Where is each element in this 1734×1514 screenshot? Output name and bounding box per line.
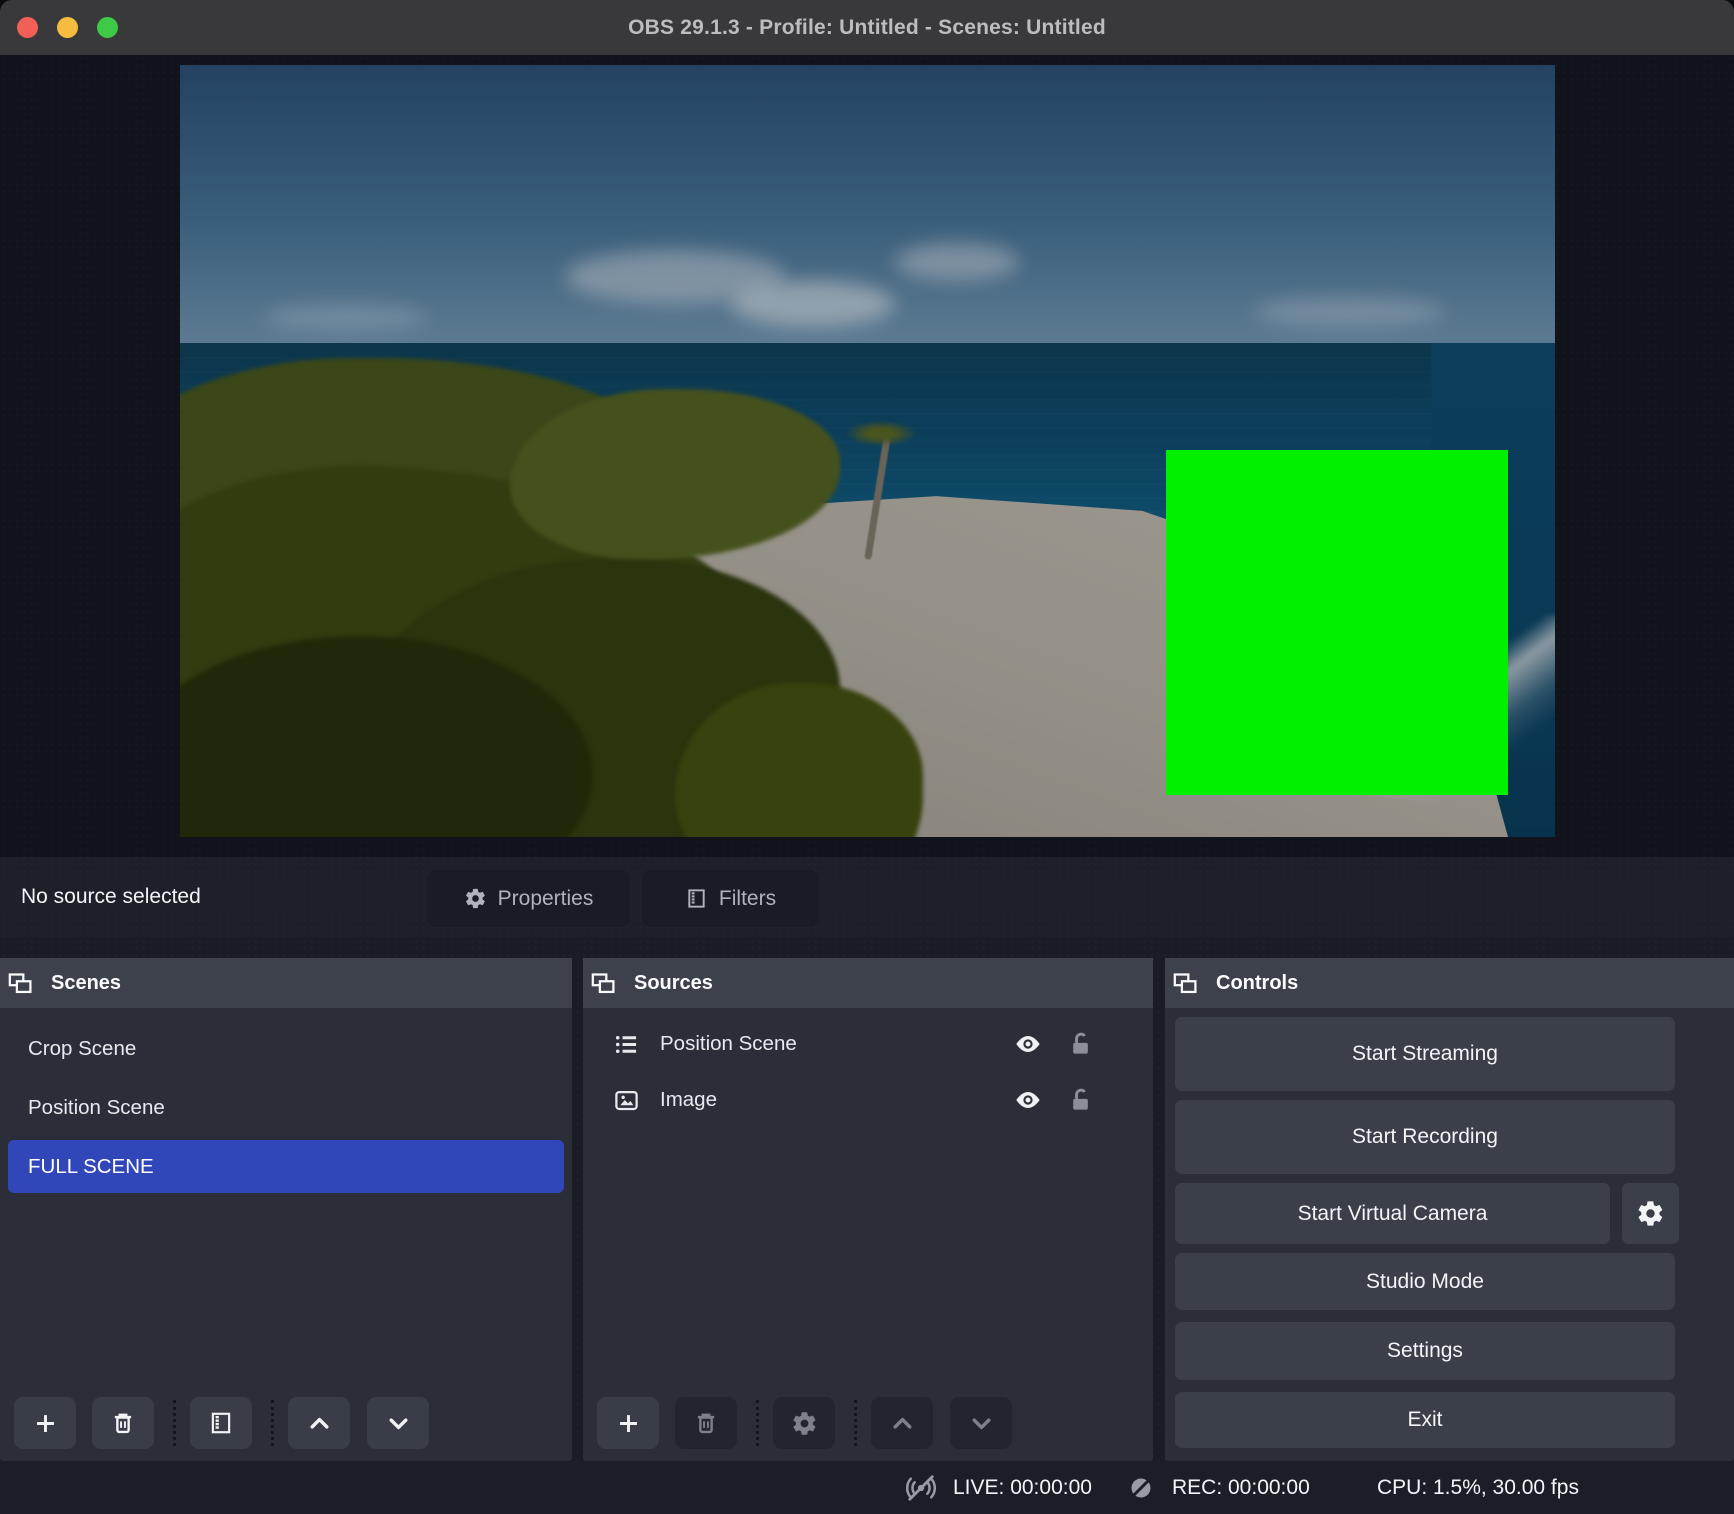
toolbar-separator: [271, 1400, 274, 1446]
scene-filters-button[interactable]: [190, 1397, 252, 1449]
virtual-camera-settings-button[interactable]: [1622, 1183, 1679, 1244]
close-window-button[interactable]: [17, 17, 38, 38]
start-virtual-camera-button[interactable]: Start Virtual Camera: [1175, 1183, 1610, 1244]
add-source-button[interactable]: [597, 1397, 659, 1449]
sources-toolbar: [583, 1397, 1153, 1449]
green-color-source[interactable]: [1166, 450, 1508, 794]
toolbar-separator: [756, 1400, 759, 1446]
scene-item-full-scene-selected[interactable]: FULL SCENE: [8, 1140, 564, 1193]
minimize-window-button[interactable]: [57, 17, 78, 38]
scene-list-icon: [613, 1031, 640, 1058]
scenes-panel-title: Scenes: [51, 972, 121, 995]
filters-button[interactable]: Filters: [642, 870, 819, 927]
toolbar-separator: [854, 1400, 857, 1446]
source-item-position-scene[interactable]: Position Scene: [583, 1016, 1153, 1072]
scene-item-position-scene[interactable]: Position Scene: [8, 1081, 564, 1134]
move-source-up-button[interactable]: [871, 1397, 933, 1449]
lock-icon[interactable]: [1067, 1087, 1094, 1114]
sources-panel: Sources Position Scene Image: [583, 958, 1153, 1461]
gear-icon: [1636, 1199, 1665, 1228]
visibility-eye-icon[interactable]: [1013, 1085, 1043, 1115]
sources-panel-title: Sources: [634, 972, 713, 995]
properties-button-label: Properties: [498, 887, 594, 911]
sources-panel-header: Sources: [583, 958, 1153, 1008]
scene-preview-canvas[interactable]: [180, 65, 1555, 837]
filters-button-label: Filters: [719, 887, 776, 911]
source-properties-button[interactable]: [773, 1397, 835, 1449]
move-scene-up-button[interactable]: [288, 1397, 350, 1449]
obs-window: OBS 29.1.3 - Profile: Untitled - Scenes:…: [0, 0, 1734, 1514]
studio-mode-button[interactable]: Studio Mode: [1175, 1253, 1675, 1310]
exit-button[interactable]: Exit: [1175, 1392, 1675, 1448]
move-scene-down-button[interactable]: [367, 1397, 429, 1449]
remove-scene-button[interactable]: [92, 1397, 154, 1449]
remove-source-button[interactable]: [675, 1397, 737, 1449]
record-inactive-icon: [1126, 1461, 1156, 1514]
settings-button[interactable]: Settings: [1175, 1322, 1675, 1380]
controls-panel-title: Controls: [1216, 972, 1298, 995]
title-bar: OBS 29.1.3 - Profile: Untitled - Scenes:…: [0, 0, 1734, 55]
rec-time: REC: 00:00:00: [1172, 1461, 1310, 1514]
lock-icon[interactable]: [1067, 1031, 1094, 1058]
image-icon: [613, 1087, 640, 1114]
scenes-toolbar: [0, 1397, 572, 1449]
preview-area: [0, 55, 1734, 857]
source-item-image[interactable]: Image: [583, 1072, 1153, 1128]
scenes-panel-header: Scenes: [0, 958, 572, 1008]
properties-button[interactable]: Properties: [427, 870, 630, 927]
stream-inactive-icon: [903, 1461, 939, 1514]
filters-icon: [685, 887, 708, 910]
dock-icon: [1172, 970, 1199, 997]
start-recording-button[interactable]: Start Recording: [1175, 1100, 1675, 1174]
source-toolbar: No source selected Properties Filters: [0, 857, 1734, 937]
move-source-down-button[interactable]: [950, 1397, 1012, 1449]
dock-icon: [590, 970, 617, 997]
selected-source-status: No source selected: [21, 857, 201, 937]
status-bar: LIVE: 00:00:00 REC: 00:00:00 CPU: 1.5%, …: [0, 1461, 1734, 1514]
dock-icon: [7, 970, 34, 997]
start-streaming-button[interactable]: Start Streaming: [1175, 1017, 1675, 1091]
cpu-fps-stats: CPU: 1.5%, 30.00 fps: [1377, 1461, 1579, 1514]
controls-panel-header: Controls: [1165, 958, 1734, 1008]
add-scene-button[interactable]: [14, 1397, 76, 1449]
scenes-panel: Scenes Crop Scene Position Scene FULL SC…: [0, 958, 572, 1461]
toolbar-separator: [173, 1400, 176, 1446]
controls-panel: Controls Start Streaming Start Recording…: [1165, 958, 1734, 1461]
window-title: OBS 29.1.3 - Profile: Untitled - Scenes:…: [628, 16, 1106, 40]
live-time: LIVE: 00:00:00: [953, 1461, 1092, 1514]
scene-item-crop-scene[interactable]: Crop Scene: [8, 1022, 564, 1075]
gear-icon: [464, 887, 487, 910]
zoom-window-button[interactable]: [97, 17, 118, 38]
visibility-eye-icon[interactable]: [1013, 1029, 1043, 1059]
